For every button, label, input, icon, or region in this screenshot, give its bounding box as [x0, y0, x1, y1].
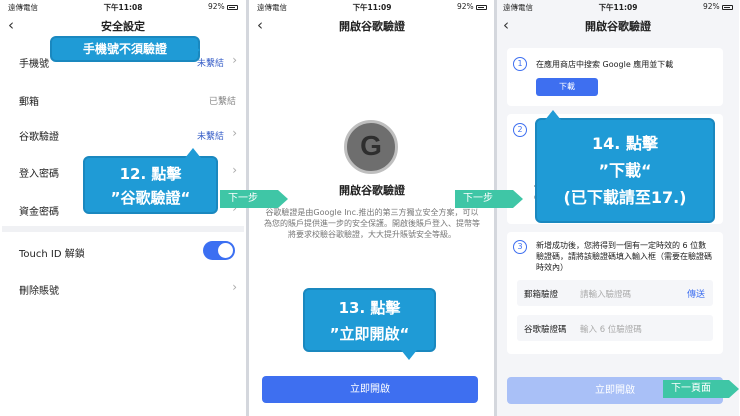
carrier-label: 遠傳電信 — [503, 3, 533, 12]
callout-tail — [545, 110, 561, 120]
chevron-right-icon: › — [232, 53, 237, 67]
callout-line: (已下載請至17.) — [563, 188, 687, 207]
callout-tail — [185, 148, 201, 158]
battery-icon — [722, 4, 733, 10]
email-code-field[interactable]: 郵箱驗證 請輸入驗證碼 傳送 — [517, 280, 713, 306]
callout-step13: 13. 點擊 ”立即開啟“ — [303, 288, 436, 360]
page-title: 開啟谷歌驗證 — [585, 20, 651, 33]
callout-tail — [190, 42, 200, 58]
row-google-auth-status: 未繫結 — [196, 132, 224, 142]
touch-id-toggle[interactable] — [203, 241, 235, 260]
row-touch-id-label: Touch ID 解鎖 — [19, 249, 85, 260]
row-email-status: 已繫結 — [208, 97, 236, 107]
clock: 下午11:09 — [598, 3, 638, 12]
email-code-label: 郵箱驗證 — [524, 290, 559, 300]
clock: 下午11:08 — [103, 3, 143, 12]
email-code-input[interactable]: 請輸入驗證碼 — [580, 288, 631, 300]
battery-indicator: 92% — [208, 2, 238, 11]
chevron-right-icon: › — [232, 280, 237, 294]
download-button[interactable]: 下載 — [536, 78, 598, 96]
callout-line: ”立即開啟“ — [329, 325, 410, 343]
screen-enable-google-auth-intro: 遠傳電信 下午11:09 92% ‹ 開啟谷歌驗證 G 開啟谷歌驗證 谷歌驗證是… — [251, 0, 493, 416]
row-phone-status: 未繫結 — [196, 59, 224, 69]
battery-percent: 92% — [702, 2, 720, 11]
google-g-letter: G — [360, 130, 382, 161]
step2-number: 2 — [513, 123, 527, 137]
enable-now-button[interactable]: 立即開啟 — [262, 376, 478, 403]
step1-number: 1 — [513, 57, 527, 71]
step1-card: 1 在應用商店中搜索 Google 應用並下載 下載 — [507, 48, 723, 106]
next-step-arrow: 下一步 — [455, 190, 523, 208]
nav-bar: ‹ 開啟谷歌驗證 — [497, 14, 739, 38]
step3-card: 3 新增成功後，您將得到一個有一定時效的 6 位數驗證碼，請將該驗證碼填入輸入框… — [507, 232, 723, 354]
step1-text: 在應用商店中搜索 Google 應用並下載 — [536, 60, 674, 69]
carrier-label: 遠傳電信 — [257, 3, 287, 12]
battery-indicator: 92% — [457, 2, 487, 11]
row-touch-id: Touch ID 解鎖 — [2, 238, 244, 264]
google-code-input[interactable]: 輸入 6 位驗證碼 — [580, 323, 642, 335]
google-code-field[interactable]: 谷歌驗證碼 輸入 6 位驗證碼 — [517, 315, 713, 341]
callout-tail — [401, 350, 417, 360]
toggle-knob — [218, 243, 233, 258]
status-bar: 遠傳電信 下午11:09 92% — [497, 0, 739, 14]
page-title: 開啟谷歌驗證 — [339, 20, 405, 33]
google-code-label: 谷歌驗證碼 — [524, 325, 567, 335]
row-email-label: 郵箱 — [19, 97, 39, 108]
callout-line: 12. 點擊 — [119, 165, 182, 183]
row-phone-label: 手機號 — [19, 59, 49, 70]
callout-line: 13. 點擊 — [338, 299, 401, 317]
callout-phone-no-verify: 手機號不須驗證 — [50, 36, 200, 62]
row-delete-account[interactable]: 刪除賬號 › — [2, 275, 244, 301]
callout-step14: 14. 點擊 ”下載“ (已下載請至17.) — [535, 110, 715, 223]
battery-percent: 92% — [456, 2, 474, 11]
clock: 下午11:09 — [352, 3, 392, 12]
callout-text: 手機號不須驗證 — [82, 42, 167, 56]
page-title: 安全設定 — [101, 20, 145, 33]
description-text: 谷歌驗證是由Google Inc.推出的第三方獨立安全方案，可以為您的賬戶提供進… — [264, 208, 480, 239]
battery-percent: 92% — [207, 2, 225, 11]
carrier-label: 遠傳電信 — [8, 3, 38, 12]
panel-divider — [246, 0, 249, 416]
chevron-right-icon: › — [232, 163, 237, 177]
google-authenticator-icon: G — [344, 120, 398, 174]
chevron-right-icon: › — [232, 126, 237, 140]
callout-step12: 12. 點擊 ”谷歌驗證“ — [83, 148, 218, 214]
row-login-password-label: 登入密碼 — [19, 169, 59, 180]
section-divider — [2, 226, 244, 232]
send-code-button[interactable]: 傳送 — [687, 287, 705, 300]
step3-number: 3 — [513, 240, 527, 254]
callout-line: 14. 點擊 — [592, 134, 658, 153]
battery-icon — [476, 4, 487, 10]
battery-icon — [227, 4, 238, 10]
callout-line: ”谷歌驗證“ — [110, 189, 191, 207]
row-email: 郵箱 已繫結 — [2, 86, 244, 112]
callout-line: ”下載“ — [598, 161, 652, 180]
step3-text: 新增成功後，您將得到一個有一定時效的 6 位數驗證碼，請將該驗證碼填入輸入框（需… — [536, 241, 712, 272]
battery-indicator: 92% — [703, 2, 733, 11]
row-delete-account-label: 刪除賬號 — [19, 286, 59, 297]
row-google-auth-label: 谷歌驗證 — [19, 132, 59, 143]
status-bar: 遠傳電信 下午11:09 92% — [251, 0, 493, 14]
status-bar: 遠傳電信 下午11:08 92% — [2, 0, 244, 14]
nav-bar: ‹ 安全設定 — [2, 14, 244, 38]
row-fund-password-label: 資金密碼 — [19, 207, 59, 218]
next-step-arrow: 下一步 — [220, 190, 288, 208]
next-page-arrow: 下一頁面 — [663, 380, 739, 398]
row-google-auth[interactable]: 谷歌驗證 未繫結 › — [2, 121, 244, 147]
nav-bar: ‹ 開啟谷歌驗證 — [251, 14, 493, 38]
